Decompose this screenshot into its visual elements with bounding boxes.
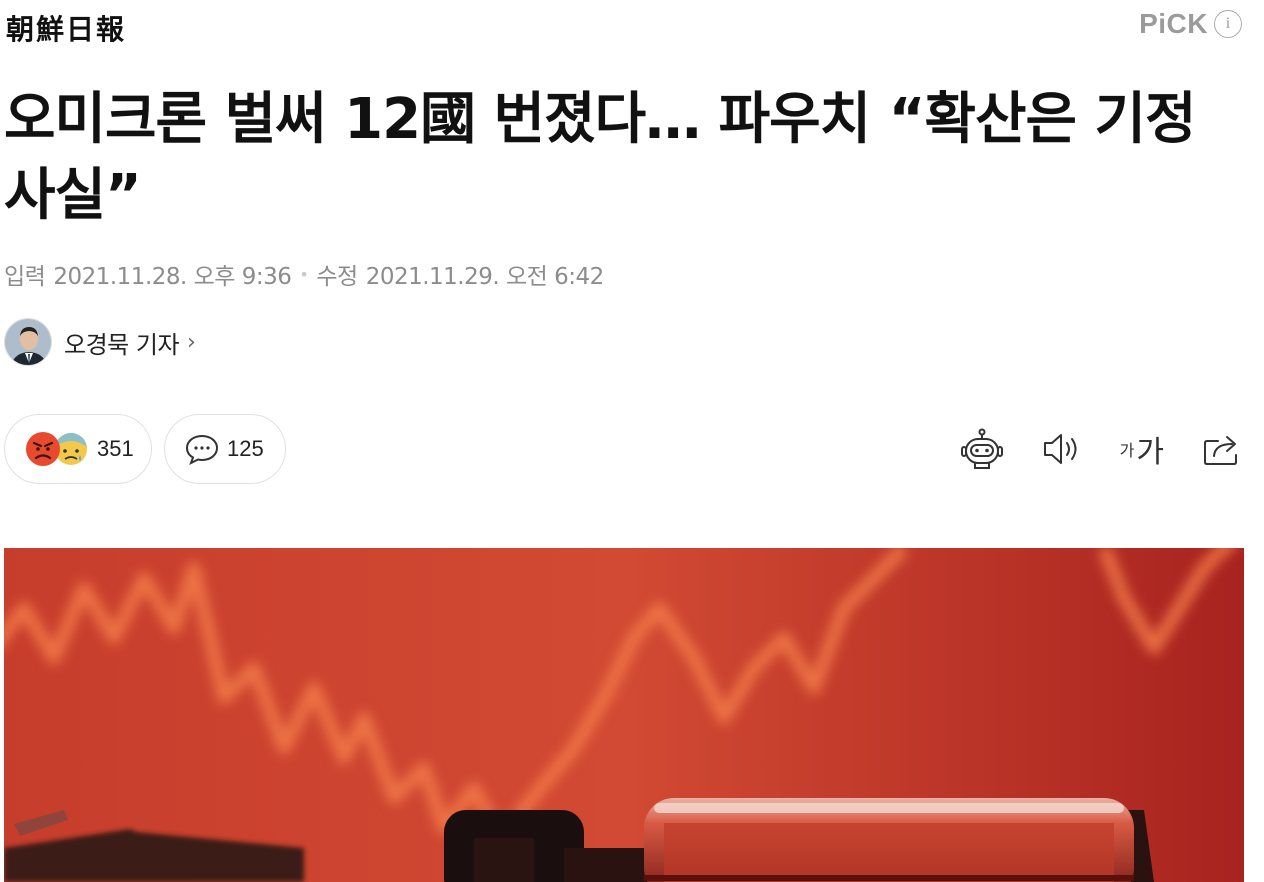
update-time: 2021.11.29. 오전 6:42 <box>365 264 605 290</box>
pick-badge[interactable]: PiCK i <box>1139 8 1242 40</box>
author-link[interactable]: 오경묵 기자 › <box>4 318 196 366</box>
reaction-button[interactable]: 351 <box>4 414 152 484</box>
author-name[interactable]: 오경묵 기자 <box>64 325 180 360</box>
robot-summary-icon[interactable] <box>960 424 1004 474</box>
vaccine-vial-shape <box>444 798 1154 882</box>
article-toolbar: 가가 <box>960 424 1242 474</box>
info-icon[interactable]: i <box>1214 10 1242 38</box>
newspaper-masthead-logo[interactable]: 朝鮮日報 <box>6 8 126 48</box>
pick-label: PiCK <box>1139 8 1208 39</box>
speech-bubble-icon <box>185 433 219 465</box>
author-avatar <box>4 318 52 366</box>
font-size-button[interactable]: 가가 <box>1120 424 1164 474</box>
angry-face-icon <box>26 432 60 466</box>
article-headline: 오미크론 벌써 12國 번졌다… 파우치 “확산은 기정사실” <box>4 87 1197 228</box>
reaction-emoji-icons <box>25 431 89 467</box>
input-label: 입력 <box>4 264 46 290</box>
font-size-large-label: 가 <box>1136 435 1164 470</box>
comment-count: 125 <box>227 436 264 461</box>
article-hero-image[interactable] <box>4 548 1244 882</box>
reaction-count: 351 <box>97 436 134 461</box>
article-dateline: 입력 2021.11.28. 오후 9:36 • 수정 2021.11.29. … <box>4 257 604 291</box>
input-time: 2021.11.28. 오후 9:36 <box>53 264 292 290</box>
update-label: 수정 <box>316 264 358 290</box>
share-icon[interactable] <box>1202 424 1242 474</box>
comment-button[interactable]: 125 <box>164 414 286 484</box>
speaker-icon[interactable] <box>1042 424 1082 474</box>
font-size-small-label: 가 <box>1119 441 1135 460</box>
dateline-separator: • <box>299 264 309 284</box>
chevron-right-icon: › <box>187 329 196 355</box>
